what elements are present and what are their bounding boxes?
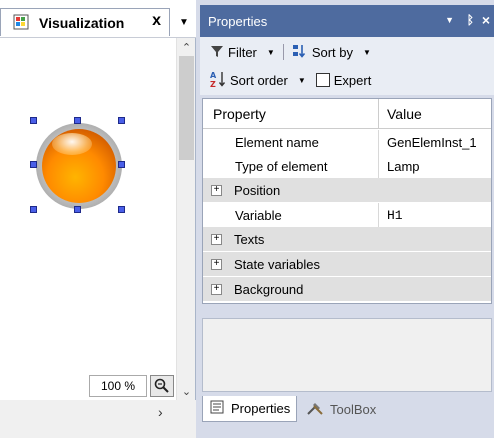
expand-icon[interactable]: + <box>211 258 222 270</box>
vertical-scrollbar[interactable]: ⌃ ⌄ <box>176 38 195 400</box>
scrollbar-thumb[interactable] <box>179 56 194 160</box>
panel-title: Properties <box>208 13 268 29</box>
tab-toolbox[interactable]: ToolBox <box>300 396 382 422</box>
visualization-canvas[interactable] <box>0 38 176 400</box>
tab-title: Visualization <box>39 14 125 31</box>
visualization-editor: Visualization x ▼ ⌃ ⌄ 100 % › <box>0 0 196 438</box>
chevron-down-icon: ▼ <box>363 47 371 57</box>
resize-handle[interactable] <box>118 161 125 168</box>
column-header-value[interactable]: Value <box>379 99 491 128</box>
resize-handle[interactable] <box>118 117 125 124</box>
property-group-state-variables[interactable]: + State variables <box>203 252 491 276</box>
sort-by-icon <box>292 43 308 62</box>
app-root: Visualization x ▼ ⌃ ⌄ 100 % › Properties… <box>0 0 494 438</box>
property-grid: Property Value Element name GenElemInst_… <box>202 98 492 304</box>
property-group-texts[interactable]: + Texts <box>203 227 491 251</box>
sort-order-button[interactable]: A Z Sort order ▼ <box>210 70 306 91</box>
expert-label: Expert <box>333 72 372 88</box>
properties-toolbar: Filter ▼ Sort by ▼ A Z Sort order ▼ Expe… <box>200 37 494 95</box>
zoom-icon[interactable] <box>150 375 174 397</box>
toolbox-icon <box>306 400 324 419</box>
pin-icon[interactable]: ᛒ <box>467 13 474 27</box>
property-name: Element name <box>203 130 379 154</box>
resize-handle[interactable] <box>118 206 125 213</box>
tab-label: Properties <box>231 401 291 416</box>
property-row-type-of-element[interactable]: Type of element Lamp <box>203 154 491 178</box>
group-label: State variables <box>234 256 320 272</box>
property-row-variable[interactable]: Variable H1 <box>203 203 491 227</box>
document-tabstrip: Visualization x ▼ <box>0 0 196 38</box>
resize-handle[interactable] <box>30 161 37 168</box>
property-group-position[interactable]: + Position <box>203 178 491 202</box>
lamp-highlight <box>52 133 92 155</box>
sort-order-label: Sort order <box>230 72 288 88</box>
expand-icon[interactable]: + <box>211 184 222 196</box>
toolbar-divider <box>282 44 284 60</box>
lamp-element[interactable] <box>36 123 122 209</box>
property-row-element-name[interactable]: Element name GenElemInst_1 <box>203 130 491 154</box>
svg-text:A: A <box>210 71 217 80</box>
scroll-down-icon[interactable]: ⌄ <box>177 382 196 400</box>
grid-header: Property Value <box>203 99 491 129</box>
property-name: Type of element <box>203 154 379 178</box>
sort-order-icon: A Z <box>210 70 226 91</box>
zoom-level-field[interactable]: 100 % <box>89 375 147 397</box>
property-value[interactable]: H1 <box>379 203 491 227</box>
filter-label: Filter <box>228 44 257 60</box>
sort-by-button[interactable]: Sort by ▼ <box>292 43 371 62</box>
property-value[interactable]: GenElemInst_1 <box>379 130 491 154</box>
column-header-property[interactable]: Property <box>203 99 379 128</box>
chevron-down-icon: ▼ <box>266 47 275 57</box>
resize-handle[interactable] <box>30 117 37 124</box>
tab-dropdown-icon[interactable]: ▼ <box>174 10 194 34</box>
tab-label: ToolBox <box>330 401 377 417</box>
panel-bottom-tabs: Properties ToolBox <box>200 396 494 422</box>
panel-menu-icon[interactable]: ▼ <box>445 15 454 25</box>
chevron-down-icon: ▼ <box>297 75 306 85</box>
property-name: Variable <box>203 203 379 227</box>
filter-icon <box>210 44 224 61</box>
expert-toggle[interactable]: Expert <box>315 72 372 88</box>
panel-titlebar: Properties ▼ ᛒ × <box>200 5 494 37</box>
horizontal-scrollbar[interactable]: › <box>0 400 196 438</box>
group-label: Position <box>234 182 281 198</box>
tab-properties[interactable]: Properties <box>202 396 298 422</box>
group-label: Texts <box>234 231 265 247</box>
close-panel-icon[interactable]: × <box>482 12 490 28</box>
scroll-up-icon[interactable]: ⌃ <box>177 38 196 56</box>
properties-icon <box>209 399 225 418</box>
expand-icon[interactable]: + <box>211 283 222 295</box>
resize-handle[interactable] <box>74 117 81 124</box>
property-group-background[interactable]: + Background <box>203 277 491 301</box>
expand-icon[interactable]: + <box>211 233 222 245</box>
resize-handle[interactable] <box>30 206 37 213</box>
sort-by-label: Sort by <box>311 44 353 60</box>
visualization-icon <box>13 14 31 32</box>
tab-visualization[interactable]: Visualization x <box>0 8 170 36</box>
property-value[interactable]: Lamp <box>379 154 491 178</box>
svg-text:Z: Z <box>210 80 216 88</box>
properties-panel: Properties ▼ ᛒ × Filter ▼ Sort by ▼ A Z … <box>200 0 494 438</box>
description-pane <box>202 318 492 392</box>
expert-checkbox[interactable] <box>315 73 330 87</box>
filter-button[interactable]: Filter ▼ <box>210 44 275 61</box>
close-icon[interactable]: x <box>152 12 161 30</box>
resize-handle[interactable] <box>74 206 81 213</box>
group-label: Background <box>234 281 304 297</box>
scroll-right-icon[interactable]: › <box>158 404 163 420</box>
